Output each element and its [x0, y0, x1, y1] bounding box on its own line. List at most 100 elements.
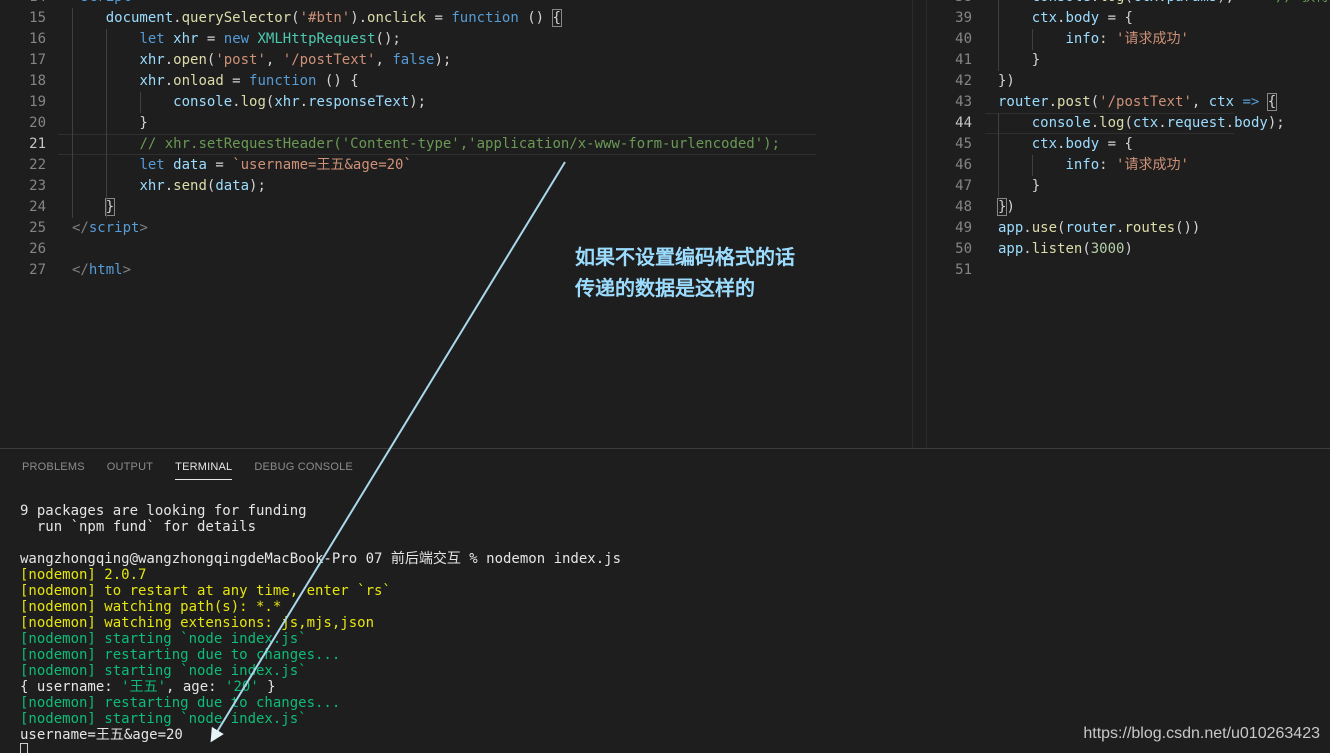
editor-left-line-25[interactable]: 25 </script>: [0, 218, 912, 239]
code-text[interactable]: console.log(ctx.params); // 获得: [998, 0, 1330, 8]
annotation-line-1: 如果不设置编码格式的话: [575, 245, 795, 269]
editor-left-line-16[interactable]: 16 let xhr = new XMLHttpRequest();: [0, 29, 912, 50]
line-number: 22: [29, 157, 46, 173]
editor-right-line-50[interactable]: 50 app.listen(3000): [927, 239, 1330, 260]
line-number: 42: [955, 73, 972, 89]
editor-right-line-46[interactable]: 46 info: '请求成功': [927, 155, 1330, 176]
code-text[interactable]: </script>: [72, 218, 148, 239]
editor-left-line-24[interactable]: 24 }: [0, 197, 912, 218]
code-text[interactable]: document.querySelector('#btn').onclick =…: [72, 8, 563, 29]
code-text[interactable]: console.log(ctx.request.body);: [998, 113, 1285, 134]
terminal-line: [nodemon] starting `node index.js`: [20, 663, 307, 679]
code-text[interactable]: }: [998, 176, 1040, 197]
line-number: 41: [955, 52, 972, 68]
watermark: https://blog.csdn.net/u010263423: [1083, 725, 1320, 742]
line-number: 50: [955, 241, 972, 257]
code-text[interactable]: xhr.send(data);: [72, 176, 265, 197]
tab-terminal[interactable]: TERMINAL: [164, 449, 243, 485]
code-text[interactable]: let data = `username=王五&age=20`: [72, 155, 411, 176]
tab-debug-console[interactable]: DEBUG CONSOLE: [243, 449, 364, 485]
editor-right-line-49[interactable]: 49 app.use(router.routes()): [927, 218, 1330, 239]
terminal-line: [nodemon] starting `node index.js`: [20, 631, 307, 647]
terminal-cursor: [20, 743, 28, 753]
editor-split-divider[interactable]: [912, 0, 927, 448]
indent-guide: [1032, 29, 1033, 50]
terminal-line: run `npm fund` for details: [20, 519, 257, 535]
code-text[interactable]: ctx.body = {: [998, 134, 1133, 155]
line-number: 38: [927, 0, 972, 8]
panel-tabs: PROBLEMS OUTPUT TERMINAL DEBUG CONSOLE: [0, 449, 364, 485]
terminal-line: [nodemon] restarting due to changes...: [20, 647, 341, 663]
indent-guide: [140, 92, 141, 113]
editor-left-line-17[interactable]: 17 xhr.open('post', '/postText', false);: [0, 50, 912, 71]
line-number: 24: [29, 199, 46, 215]
code-text[interactable]: <script>: [72, 0, 139, 8]
code-text[interactable]: xhr.open('post', '/postText', false);: [72, 50, 451, 71]
terminal-line: wangzhongqing@wangzhongqingdeMacBook-Pro…: [20, 551, 622, 567]
editor-right-line-51[interactable]: 51: [927, 260, 1330, 281]
code-text[interactable]: router.post('/postText', ctx => {: [998, 92, 1278, 113]
editor-left-line-18[interactable]: 18 xhr.onload = function () {: [0, 71, 912, 92]
line-number: 43: [955, 94, 972, 110]
line-number: 51: [955, 262, 972, 278]
editor-right-line-47[interactable]: 47 }: [927, 176, 1330, 197]
editor-right-line-45[interactable]: 45 ctx.body = {: [927, 134, 1330, 155]
editor-right-line-48[interactable]: 48}): [927, 197, 1330, 218]
indent-guide: [106, 29, 107, 218]
line-number: 25: [29, 220, 46, 236]
editor-left-line-23[interactable]: 23 xhr.send(data);: [0, 176, 912, 197]
annotation-line-2: 传递的数据是这样的: [575, 276, 755, 300]
code-text[interactable]: }: [998, 50, 1040, 71]
line-number: 26: [29, 241, 46, 257]
code-text[interactable]: }): [998, 71, 1015, 92]
terminal-line: [nodemon] to restart at any time, enter …: [20, 583, 391, 599]
editor-right-line-42[interactable]: 42}): [927, 71, 1330, 92]
code-text[interactable]: app.listen(3000): [998, 239, 1133, 260]
line-number: 49: [955, 220, 972, 236]
tab-output[interactable]: OUTPUT: [96, 449, 164, 485]
editor-left-line-19[interactable]: 19 console.log(xhr.responseText);: [0, 92, 912, 113]
code-text[interactable]: ctx.body = {: [998, 8, 1133, 29]
line-number: 45: [955, 136, 972, 152]
editor-left-line-22[interactable]: 22 let data = `username=王五&age=20`: [0, 155, 912, 176]
tab-problems[interactable]: PROBLEMS: [0, 449, 96, 485]
editor-right-line-39[interactable]: 39 ctx.body = {: [927, 8, 1330, 29]
editor-left-line-15[interactable]: 15 document.querySelector('#btn').onclic…: [0, 8, 912, 29]
code-text[interactable]: info: '请求成功': [998, 29, 1188, 50]
line-number: 20: [29, 115, 46, 131]
tab-problems-label: PROBLEMS: [22, 461, 85, 473]
editor-right[interactable]: 38 console.log(ctx.params); // 获得39 ctx.…: [927, 0, 1330, 448]
code-text[interactable]: }: [72, 197, 116, 218]
code-text[interactable]: app.use(router.routes()): [998, 218, 1200, 239]
code-text[interactable]: let xhr = new XMLHttpRequest();: [72, 29, 400, 50]
code-text[interactable]: // xhr.setRequestHeader('Content-type','…: [72, 134, 780, 155]
indent-guide: [998, 113, 999, 197]
terminal-line: username=王五&age=20: [20, 727, 183, 743]
editor-right-line-44[interactable]: 44 console.log(ctx.request.body);: [927, 113, 1330, 134]
editor-right-line-41[interactable]: 41 }: [927, 50, 1330, 71]
editor-left-line-14[interactable]: 14 <script>: [0, 0, 912, 8]
code-text[interactable]: }): [996, 197, 1015, 218]
indent-guide: [1032, 155, 1033, 176]
terminal-output[interactable]: 9 packages are looking for funding run `…: [20, 503, 621, 753]
editor-right-line-38[interactable]: 38 console.log(ctx.params); // 获得: [927, 0, 1330, 8]
line-number: 39: [955, 10, 972, 26]
line-number: 23: [29, 178, 46, 194]
line-number: 46: [955, 157, 972, 173]
editor-right-line-43[interactable]: 43 router.post('/postText', ctx => {: [927, 92, 1330, 113]
editor-left-line-21[interactable]: 21 // xhr.setRequestHeader('Content-type…: [0, 134, 912, 155]
code-text[interactable]: info: '请求成功': [998, 155, 1188, 176]
line-number: 21: [29, 136, 46, 152]
code-text[interactable]: console.log(xhr.responseText);: [72, 92, 426, 113]
editor-right-line-40[interactable]: 40 info: '请求成功': [927, 29, 1330, 50]
code-text[interactable]: </html>: [72, 260, 131, 281]
editor-left-line-20[interactable]: 20 }: [0, 113, 912, 134]
line-number: 16: [29, 31, 46, 47]
editor-left[interactable]: 14<script>15 document.querySelector('#bt…: [0, 0, 912, 448]
line-number: 18: [29, 73, 46, 89]
code-text[interactable]: xhr.onload = function () {: [72, 71, 358, 92]
code-text[interactable]: }: [72, 113, 147, 134]
indent-guide: [998, 0, 999, 71]
tab-debug-console-label: DEBUG CONSOLE: [254, 461, 353, 473]
